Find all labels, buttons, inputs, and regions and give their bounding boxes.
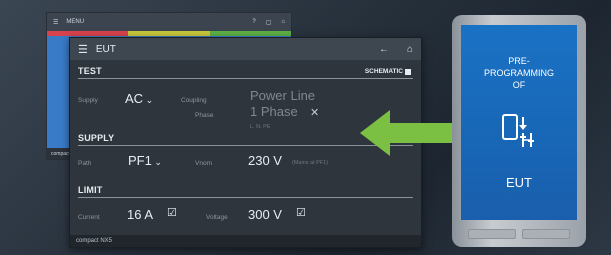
menu-icon[interactable]: ☰ bbox=[78, 43, 88, 56]
tablet-screen: PRE- PROGRAMMING OF EUT bbox=[461, 25, 577, 220]
chevron-down-icon: ⌄ bbox=[151, 157, 162, 167]
back-arrow-icon[interactable]: ← bbox=[379, 44, 389, 55]
caption-line1: PRE- bbox=[508, 56, 530, 66]
vnom-label: Vnom bbox=[195, 160, 212, 167]
coupling-label: Coupling bbox=[181, 97, 207, 104]
tablet-device: PRE- PROGRAMMING OF EUT bbox=[452, 15, 586, 247]
schematic-label: SCHEMATIC bbox=[364, 68, 403, 75]
menu-icon[interactable]: ☰ bbox=[53, 19, 58, 26]
stripe-green bbox=[209, 31, 291, 36]
window-title: EUT bbox=[95, 43, 116, 55]
phase-label: Phase bbox=[195, 112, 214, 119]
test-heading: TEST bbox=[78, 66, 102, 76]
supply-heading: SUPPLY bbox=[78, 133, 115, 143]
transfer-device-icon bbox=[502, 114, 534, 147]
caption-line3: OF bbox=[512, 80, 526, 90]
eut-titlebar: ☰ EUT ← ⌂ bbox=[70, 38, 421, 60]
chevron-down-icon: ⌄ bbox=[143, 95, 154, 105]
vnom-note: (Mains at PF1) bbox=[292, 160, 329, 166]
home-icon[interactable]: ⌂ bbox=[407, 44, 413, 55]
supply-label: Supply bbox=[78, 97, 98, 104]
current-checkbox-icon[interactable]: ☑ bbox=[167, 206, 177, 219]
schematic-button[interactable]: SCHEMATIC bbox=[365, 68, 411, 75]
schematic-icon bbox=[405, 68, 411, 75]
supply-value: AC bbox=[125, 91, 144, 106]
phase-detail: L, N, PE bbox=[250, 124, 271, 130]
voltage-checkbox-icon[interactable]: ☑ bbox=[296, 206, 306, 219]
divider bbox=[78, 197, 413, 198]
tablet-caption: PRE- PROGRAMMING OF bbox=[461, 55, 577, 91]
stripe-yellow bbox=[128, 31, 210, 36]
divider bbox=[78, 78, 413, 79]
voltage-value: 300 V bbox=[248, 207, 282, 222]
window-icon[interactable]: ▢ bbox=[266, 19, 272, 26]
tablet-eut-label: EUT bbox=[506, 175, 532, 190]
current-value: 16 A bbox=[127, 207, 154, 222]
voltage-label: Voltage bbox=[206, 214, 228, 221]
menu-label[interactable]: MENU bbox=[66, 19, 84, 25]
home-icon[interactable]: ⌂ bbox=[281, 19, 285, 26]
supply-select[interactable]: AC ⌄ bbox=[125, 91, 153, 106]
vnom-value: 230 V bbox=[248, 153, 282, 168]
path-select[interactable]: PF1 ⌄ bbox=[128, 153, 162, 168]
current-label: Current bbox=[78, 214, 100, 221]
tablet-button-right[interactable] bbox=[522, 229, 570, 239]
stripe-red bbox=[47, 31, 129, 36]
color-stripes bbox=[47, 31, 291, 36]
phase-toggle-icon[interactable]: ✕ bbox=[310, 106, 319, 119]
tablet-button-left[interactable] bbox=[468, 229, 516, 239]
caption-line2: PROGRAMMING bbox=[483, 68, 554, 78]
limit-heading: LIMIT bbox=[78, 185, 103, 195]
left-arrow-icon bbox=[360, 110, 464, 156]
tablet-buttons bbox=[468, 229, 570, 239]
help-icon[interactable]: ? bbox=[252, 19, 255, 26]
coupling-value: Power Line bbox=[250, 88, 316, 103]
path-label: Path bbox=[78, 160, 92, 167]
phase-value: 1 Phase bbox=[250, 104, 298, 119]
path-value: PF1 bbox=[128, 153, 152, 168]
background-window-titlebar: ☰ MENU ? ▢ ⌂ bbox=[47, 13, 291, 31]
window-footer: compact NX5 bbox=[70, 235, 421, 247]
